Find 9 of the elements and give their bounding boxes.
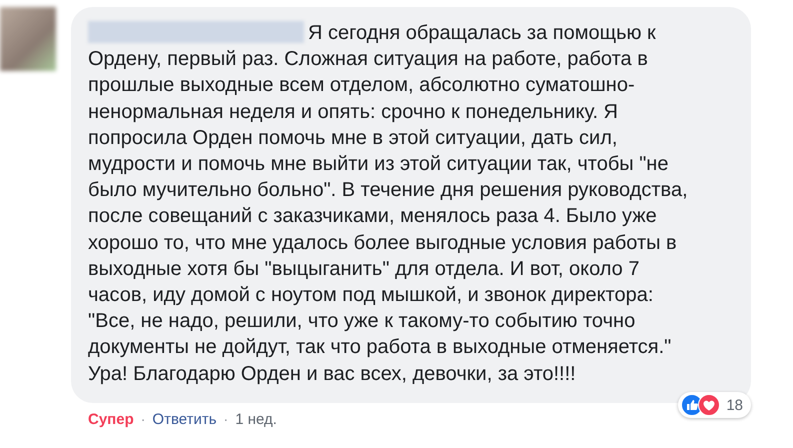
reaction-link[interactable]: Супер — [88, 410, 134, 428]
avatar-placeholder — [0, 7, 56, 71]
reaction-badge[interactable]: 18 — [678, 392, 751, 418]
timestamp: 1 нед. — [235, 410, 277, 428]
separator-dot: · — [140, 411, 146, 428]
separator-dot: · — [222, 411, 230, 428]
comment-text: Я сегодня обращалась за помощью к Ордену, первый раз. Сложная ситуация на работе, работа в прошлые выходные всем отделом, абсолютно суматошно- ненормальная неделя и опять: срочно к понедельнику. Я попросила Орден помочь мне в этой ситуации, дать сил, мудрости и помочь мне выйти из этой ситуации так, чтобы "не было мучительно больно". В течение дня решения руководства, после совещаний с заказчиками, менялось раза 4. Было уже хорошо то, что мне удалось более выгодные условия работы в выходные хотя бы "выцыганить" для отдела. И вот, около 7 часов, иду домой с ноутом под мышкой, и звонок директора: "Все, не надо, решили, что уже к такому-то событию точно документы не дойдут, так что работа в выходные отменяется." Ура! Благодарю Орден и вас всех, девочки, за это!!!! — [88, 20, 689, 387]
reaction-count: 18 — [726, 396, 743, 414]
reply-link[interactable]: Ответить — [152, 410, 217, 428]
